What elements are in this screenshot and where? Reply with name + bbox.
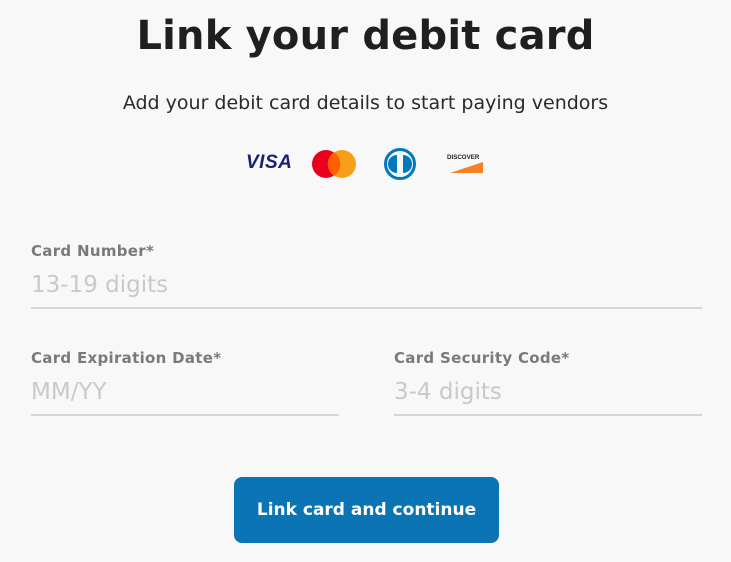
svg-text:DISCOVER: DISCOVER xyxy=(447,154,480,161)
link-card-button[interactable]: Link card and continue xyxy=(234,477,499,543)
card-network-logos: VISA DISCOVER xyxy=(0,146,731,182)
visa-logo-icon: VISA xyxy=(246,152,293,173)
expiration-date-label: Card Expiration Date* xyxy=(31,349,222,367)
discover-logo-icon: DISCOVER xyxy=(447,154,483,173)
expiration-date-input[interactable] xyxy=(31,377,339,416)
security-code-field: Card Security Code* xyxy=(394,349,702,416)
diners-club-logo-icon xyxy=(384,148,416,180)
card-number-input[interactable] xyxy=(31,270,702,309)
security-code-input[interactable] xyxy=(394,377,702,416)
page-subtitle: Add your debit card details to start pay… xyxy=(122,92,609,114)
page-title: Link your debit card xyxy=(136,13,595,59)
expiration-date-field: Card Expiration Date* xyxy=(31,349,339,416)
card-number-label: Card Number* xyxy=(31,242,155,260)
mastercard-logo-icon xyxy=(312,150,356,178)
card-number-field: Card Number* xyxy=(31,242,702,309)
security-code-label: Card Security Code* xyxy=(394,349,570,367)
